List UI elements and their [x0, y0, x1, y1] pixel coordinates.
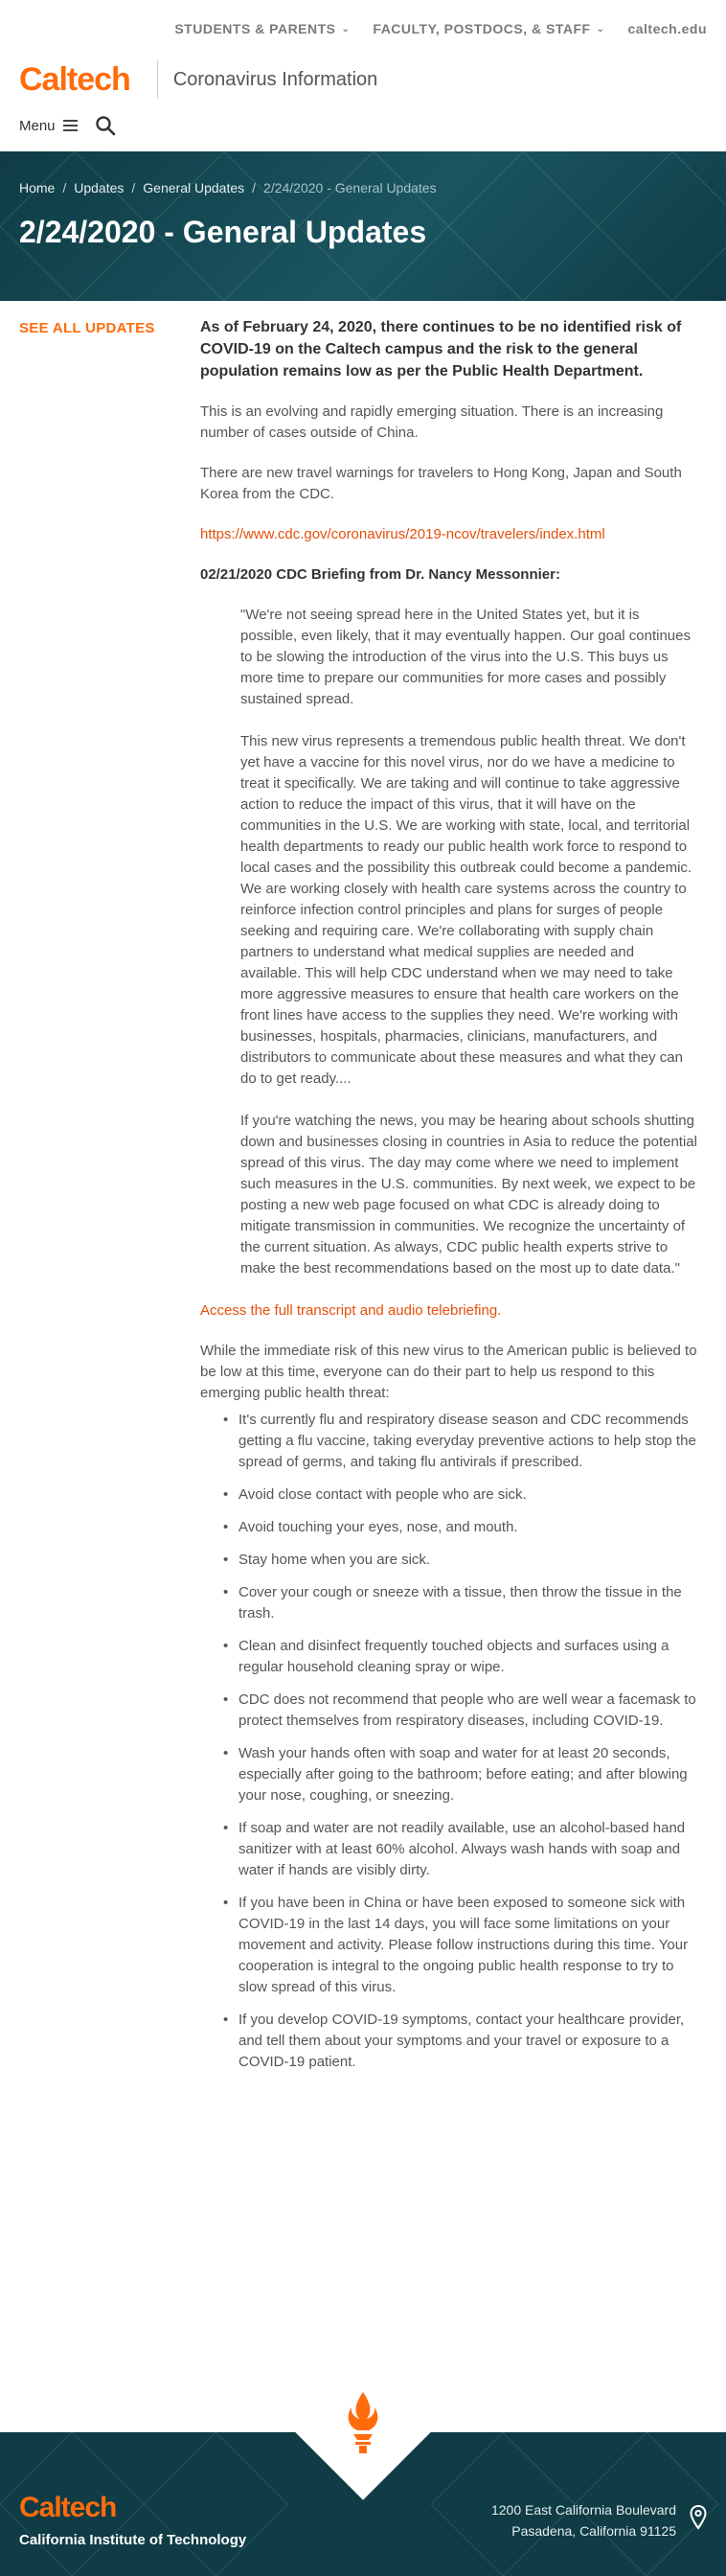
list-item: Wash your hands often with soap and wate…: [223, 1743, 698, 1806]
menu-button[interactable]: Menu: [19, 118, 78, 134]
breadcrumb-general-updates[interactable]: General Updates: [143, 180, 244, 196]
breadcrumb-home[interactable]: Home: [19, 180, 55, 196]
nav-label: FACULTY, POSTDOCS, & STAFF: [373, 21, 591, 36]
lead-statement: As of February 24, 2020, there continues…: [200, 319, 682, 380]
list-item: CDC does not recommend that people who a…: [223, 1690, 698, 1732]
quote-paragraph: This new virus represents a tremendous p…: [240, 733, 692, 1087]
transcript-link[interactable]: Access the full transcript and audio tel…: [200, 1302, 501, 1319]
see-all-updates-link[interactable]: SEE ALL UPDATES: [19, 320, 155, 336]
list-item: Avoid touching your eyes, nose, and mout…: [223, 1517, 698, 1538]
breadcrumb-separator: /: [62, 180, 67, 196]
address-line: 1200 East California Boulevard: [490, 2502, 676, 2518]
cdc-travelers-link[interactable]: https://www.cdc.gov/coronavirus/2019-nco…: [200, 526, 605, 542]
page-hero: Home / Updates / General Updates / 2/24/…: [0, 151, 726, 301]
list-item: It's currently flu and respiratory disea…: [223, 1410, 698, 1473]
nav-caltech-edu[interactable]: caltech.edu: [627, 21, 707, 36]
chevron-down-icon: ⌄: [596, 23, 605, 34]
paragraph: There are new travel warnings for travel…: [200, 465, 682, 502]
breadcrumb: Home / Updates / General Updates / 2/24/…: [19, 180, 437, 196]
nav-label: STUDENTS & PARENTS: [174, 21, 336, 36]
site-subtitle[interactable]: Coronavirus Information: [173, 69, 377, 91]
menu-label: Menu: [19, 117, 56, 134]
footer-institution-name: California Institute of Technology: [19, 2532, 247, 2548]
brand-header: Caltech Coronavirus Information: [0, 58, 726, 102]
nav-faculty-staff[interactable]: FACULTY, POSTDOCS, & STAFF ⌄: [373, 21, 604, 36]
address-line: Pasadena, California 91125: [511, 2523, 676, 2539]
menu-row: Menu: [0, 102, 726, 150]
briefing-heading: 02/21/2020 CDC Briefing from Dr. Nancy M…: [200, 566, 560, 583]
list-item: Stay home when you are sick.: [223, 1550, 698, 1571]
list-item: If you have been in China or have been e…: [223, 1893, 698, 1998]
caltech-flame-icon: [348, 2392, 378, 2453]
breadcrumb-separator: /: [131, 180, 136, 196]
breadcrumb-updates[interactable]: Updates: [74, 180, 124, 196]
briefing-quote: "We're not seeing spread here in the Uni…: [200, 605, 698, 1279]
breadcrumb-separator: /: [252, 180, 257, 196]
list-item: If soap and water are not readily availa…: [223, 1818, 698, 1881]
paragraph: While the immediate risk of this new vir…: [200, 1343, 697, 1401]
nav-students-parents[interactable]: STUDENTS & PARENTS ⌄: [174, 21, 350, 36]
quote-paragraph: If you're watching the news, you may be …: [240, 1113, 697, 1276]
map-pin-icon[interactable]: [690, 2505, 707, 2530]
caltech-logo[interactable]: Caltech: [19, 61, 131, 99]
utility-nav: STUDENTS & PARENTS ⌄ FACULTY, POSTDOCS, …: [0, 0, 726, 58]
list-item: Cover your cough or sneeze with a tissue…: [223, 1582, 698, 1624]
article-body: As of February 24, 2020, there continues…: [200, 316, 698, 2084]
footer-caltech-logo[interactable]: Caltech: [19, 2492, 117, 2524]
footer-address[interactable]: 1200 East California Boulevard Pasadena,…: [491, 2499, 676, 2542]
paragraph: This is an evolving and rapidly emerging…: [200, 403, 664, 441]
prevention-tips-list: It's currently flu and respiratory disea…: [200, 1410, 698, 2073]
breadcrumb-current: 2/24/2020 - General Updates: [263, 180, 437, 196]
page-title: 2/24/2020 - General Updates: [19, 215, 427, 249]
list-item: Avoid close contact with people who are …: [223, 1484, 698, 1506]
list-item: If you develop COVID-19 symptoms, contac…: [223, 2010, 698, 2073]
hamburger-icon: [62, 120, 78, 131]
quote-paragraph: "We're not seeing spread here in the Uni…: [240, 607, 691, 707]
brand-divider: [156, 60, 158, 99]
search-icon[interactable]: [95, 115, 116, 136]
chevron-down-icon: ⌄: [341, 23, 351, 34]
nav-label: caltech.edu: [627, 21, 707, 36]
list-item: Clean and disinfect frequently touched o…: [223, 1636, 698, 1678]
